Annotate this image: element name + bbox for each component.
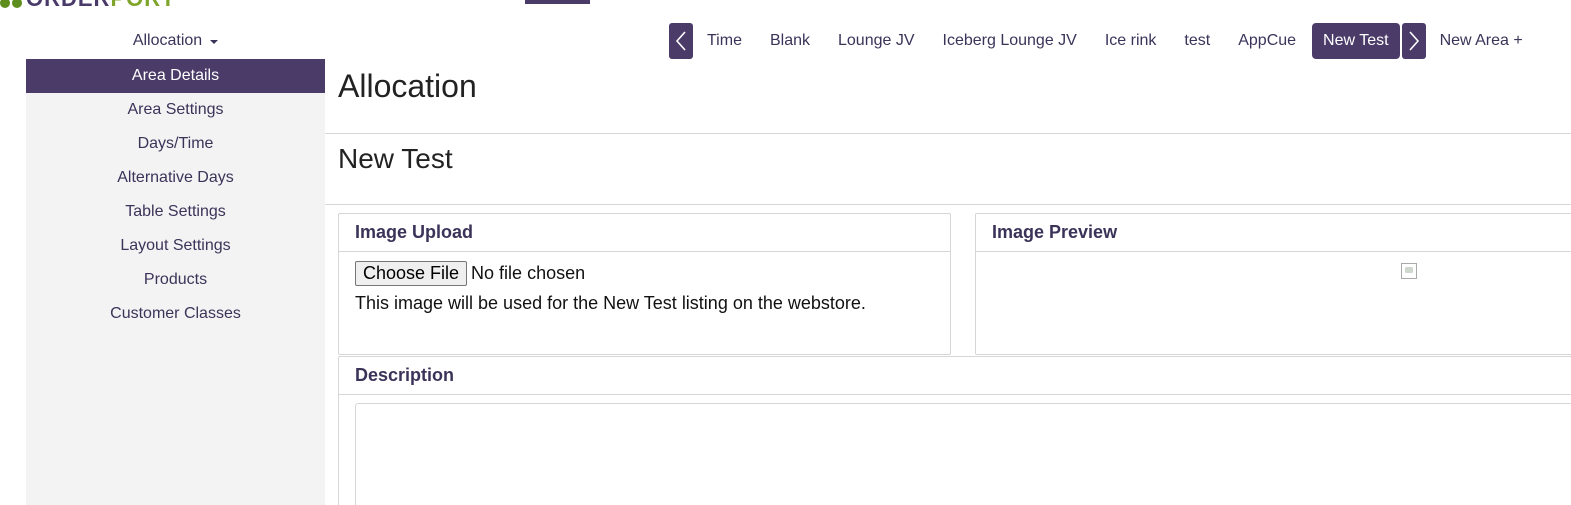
- chevron-left-icon: [675, 31, 686, 51]
- image-upload-panel: Image Upload Choose File No file chosen …: [338, 213, 951, 355]
- divider: [325, 204, 1571, 205]
- tab-appcue[interactable]: AppCue: [1224, 23, 1310, 59]
- sidebar-item-products[interactable]: Products: [26, 263, 325, 297]
- tab-iceberg-lounge-jv[interactable]: Iceberg Lounge JV: [929, 23, 1091, 59]
- sidebar-item-layout-settings[interactable]: Layout Settings: [26, 229, 325, 263]
- tab-ice-rink[interactable]: Ice rink: [1091, 23, 1171, 59]
- sidebar-item-area-settings[interactable]: Area Settings: [26, 93, 325, 127]
- area-tabs: Time Blank Lounge JV Iceberg Lounge JV I…: [669, 23, 1537, 59]
- allocation-dropdown[interactable]: Allocation: [26, 28, 325, 54]
- active-nav-indicator: [525, 0, 590, 4]
- sidebar-item-customer-classes[interactable]: Customer Classes: [26, 297, 325, 331]
- broken-image-icon: [1401, 263, 1417, 279]
- description-heading: Description: [339, 357, 1571, 395]
- image-preview-heading: Image Preview: [976, 214, 1571, 252]
- description-panel: Description: [338, 356, 1571, 505]
- image-upload-heading: Image Upload: [339, 214, 950, 252]
- sidebar: Area Details Area Settings Days/Time Alt…: [26, 59, 325, 505]
- sidebar-item-table-settings[interactable]: Table Settings: [26, 195, 325, 229]
- tab-lounge-jv[interactable]: Lounge JV: [824, 23, 929, 59]
- description-editor[interactable]: [355, 403, 1571, 505]
- area-title: New Test: [338, 143, 453, 174]
- new-area-button[interactable]: New Area +: [1426, 23, 1537, 59]
- allocation-dropdown-label: Allocation: [132, 32, 203, 49]
- sidebar-item-alternative-days[interactable]: Alternative Days: [26, 161, 325, 195]
- tab-test[interactable]: test: [1170, 23, 1224, 59]
- divider: [325, 133, 1571, 134]
- page-title: Allocation: [338, 68, 477, 104]
- tab-blank[interactable]: Blank: [756, 23, 824, 59]
- chevron-right-icon: [1408, 31, 1419, 51]
- tabs-next-button[interactable]: [1401, 23, 1426, 59]
- logo-text: ORDERPORT: [26, 0, 176, 8]
- sidebar-item-days-time[interactable]: Days/Time: [26, 127, 325, 161]
- image-preview-panel: Image Preview: [975, 213, 1571, 355]
- tab-new-test[interactable]: New Test: [1312, 23, 1400, 59]
- tabs-prev-button[interactable]: [669, 23, 693, 59]
- choose-file-button[interactable]: Choose File: [355, 261, 468, 286]
- file-status-text: No file chosen: [471, 263, 586, 283]
- file-input[interactable]: Choose File No file chosen: [355, 261, 934, 286]
- brand-logo[interactable]: ORDERPORT: [0, 0, 176, 8]
- caret-down-icon: [210, 40, 219, 44]
- sidebar-item-area-details[interactable]: Area Details: [26, 59, 325, 93]
- upload-help-text: This image will be used for the New Test…: [355, 293, 866, 313]
- logo-mark-icon: [0, 0, 22, 8]
- tab-time[interactable]: Time: [693, 23, 756, 59]
